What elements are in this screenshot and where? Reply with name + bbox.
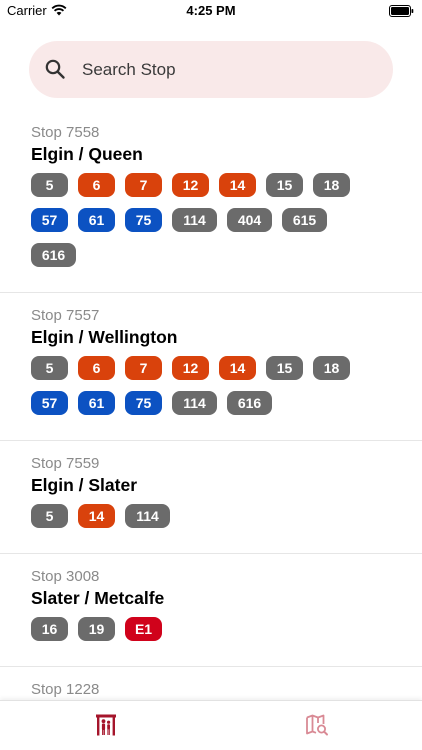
route-badge: 114 xyxy=(172,208,217,232)
route-badge: 12 xyxy=(172,173,209,197)
stop-name: Slater / Metcalfe xyxy=(31,588,165,608)
stop-code: Stop 3008 xyxy=(31,568,100,585)
route-badge: 114 xyxy=(172,391,217,415)
route-badge: E1 xyxy=(125,617,162,641)
route-badge: 616 xyxy=(31,243,76,267)
route-badge: 5 xyxy=(31,173,68,197)
stop-code: Stop 7558 xyxy=(31,124,100,141)
route-badge: 14 xyxy=(78,504,115,528)
route-badge: 6 xyxy=(78,173,115,197)
route-badge: 19 xyxy=(78,617,115,641)
route-badge: 6 xyxy=(78,356,115,380)
route-badge-group: 5 6 7 12 14 15 18 57 61 75 114 616 xyxy=(31,356,371,426)
route-badge: 75 xyxy=(125,208,162,232)
stop-list-item[interactable]: Stop 3008 Slater / Metcalfe 16 19 E1 xyxy=(0,554,422,667)
stop-list-item[interactable]: Stop 7558 Elgin / Queen 5 6 7 12 14 15 18 57 61 75 1… xyxy=(0,110,422,293)
battery-icon xyxy=(389,5,414,17)
stop-list-item[interactable]: Stop 1228 xyxy=(0,667,422,700)
route-badge: 61 xyxy=(78,391,115,415)
stop-code: Stop 7559 xyxy=(31,455,100,472)
search-bar[interactable] xyxy=(29,41,393,98)
route-badge: 5 xyxy=(31,504,68,528)
stop-list-item[interactable]: Stop 7559 Elgin / Slater 5 14 114 xyxy=(0,441,422,554)
route-badge: 61 xyxy=(78,208,115,232)
stop-name: Elgin / Slater xyxy=(31,475,137,495)
stop-list[interactable]: Stop 7558 Elgin / Queen 5 6 7 12 14 15 18 57 61 75 1… xyxy=(0,110,422,700)
route-badge: 7 xyxy=(125,173,162,197)
map-search-icon xyxy=(305,714,328,736)
route-badge: 18 xyxy=(313,356,350,380)
stop-code: Stop 7557 xyxy=(31,307,100,324)
status-time: 4:25 PM xyxy=(186,3,236,18)
stop-name: Elgin / Wellington xyxy=(31,327,178,347)
route-badge: 404 xyxy=(227,208,272,232)
route-badge: 57 xyxy=(31,208,68,232)
route-badge: 15 xyxy=(266,173,303,197)
tab-map[interactable] xyxy=(211,701,422,750)
route-badge-group: 5 6 7 12 14 15 18 57 61 75 114 404 615 616 xyxy=(31,173,371,278)
route-badge: 615 xyxy=(282,208,327,232)
stop-code: Stop 1228 xyxy=(31,681,100,698)
route-badge: 75 xyxy=(125,391,162,415)
route-badge: 57 xyxy=(31,391,68,415)
route-badge: 18 xyxy=(313,173,350,197)
route-badge: 14 xyxy=(219,173,256,197)
route-badge: 114 xyxy=(125,504,170,528)
route-badge: 616 xyxy=(227,391,272,415)
route-badge: 15 xyxy=(266,356,303,380)
status-bar: Carrier 4:25 PM xyxy=(0,0,422,22)
route-badge: 7 xyxy=(125,356,162,380)
route-badge-group: 5 14 114 xyxy=(31,504,371,539)
search-icon xyxy=(45,59,65,79)
search-input[interactable] xyxy=(82,41,372,98)
bus-stop-icon xyxy=(95,714,116,736)
stop-name: Elgin / Queen xyxy=(31,144,143,164)
route-badge: 16 xyxy=(31,617,68,641)
route-badge: 12 xyxy=(172,356,209,380)
route-badge-group: 16 19 E1 xyxy=(31,617,371,652)
tab-stops[interactable] xyxy=(0,701,211,750)
route-badge: 5 xyxy=(31,356,68,380)
route-badge: 14 xyxy=(219,356,256,380)
stop-list-item[interactable]: Stop 7557 Elgin / Wellington 5 6 7 12 14 15 18 57… xyxy=(0,293,422,441)
tab-bar xyxy=(0,700,422,750)
